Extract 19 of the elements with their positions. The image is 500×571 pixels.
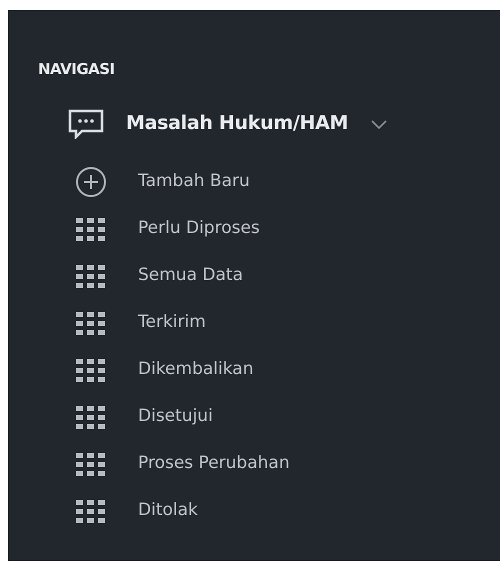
section-title: NAVIGASI xyxy=(38,59,116,80)
grid-icon xyxy=(74,404,108,430)
menu-item[interactable]: Tambah Baru xyxy=(74,158,500,206)
menu-item[interactable]: Disetujui xyxy=(74,394,500,440)
menu-item[interactable]: Proses Perubahan xyxy=(74,440,500,488)
grid-icon xyxy=(74,498,108,524)
menu-item[interactable]: Dikembalikan xyxy=(74,346,500,394)
plus-circle-icon xyxy=(74,165,108,199)
menu-item[interactable]: Perlu Diproses xyxy=(74,206,500,252)
grid-icon xyxy=(74,310,108,336)
menu-item[interactable]: Terkirim xyxy=(74,300,500,346)
chat-icon xyxy=(68,108,104,138)
grid-icon xyxy=(74,451,108,477)
grid-icon xyxy=(74,216,108,242)
menu-item[interactable]: Ditolak xyxy=(74,488,500,534)
menu-item[interactable]: Semua Data xyxy=(74,252,500,300)
grid-icon xyxy=(74,357,108,383)
menu-header[interactable]: Masalah Hukum/HAM xyxy=(68,108,388,138)
grid-icon xyxy=(74,263,108,289)
